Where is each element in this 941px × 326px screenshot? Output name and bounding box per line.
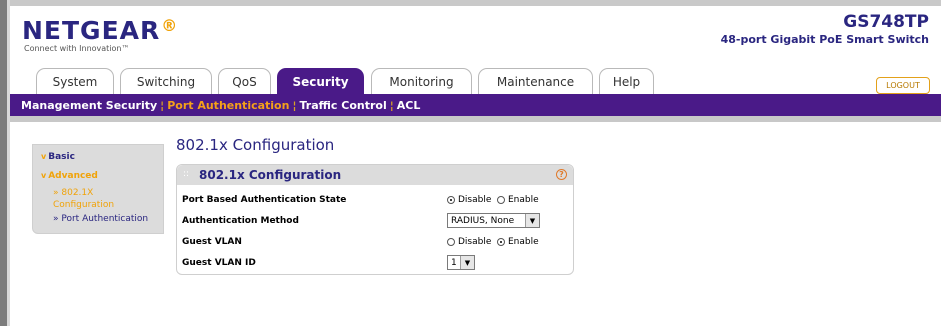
- sub-navigation: Management Security ¦ Port Authenticatio…: [10, 94, 941, 116]
- sidebar-item-advanced[interactable]: v Advanced: [41, 171, 98, 181]
- tab-system[interactable]: System: [36, 68, 114, 94]
- subnav-port-authentication[interactable]: Port Authentication: [167, 99, 289, 112]
- guest-vlan-disable-radio[interactable]: Disable: [447, 237, 491, 247]
- sidebar-item-port-authentication[interactable]: » Port Authentication: [53, 214, 148, 224]
- subnav-management-security[interactable]: Management Security: [21, 99, 157, 112]
- config-panel: :: 802.1x Configuration ? Port Based Aut…: [176, 164, 574, 275]
- tab-security[interactable]: Security: [277, 68, 364, 94]
- tab-switching[interactable]: Switching: [120, 68, 212, 94]
- chevron-down-icon: v: [41, 152, 47, 161]
- tab-monitoring[interactable]: Monitoring: [371, 68, 472, 94]
- auth-method-label: Authentication Method: [182, 216, 299, 226]
- subnav-separator: ¦: [389, 98, 394, 112]
- auth-method-select[interactable]: RADIUS, None ▼: [447, 213, 540, 228]
- panel-header: :: 802.1x Configuration ?: [177, 165, 573, 185]
- frame-left-border: [0, 0, 10, 326]
- sidebar: v Basic v Advanced » 802.1X Configuration …: [32, 144, 164, 234]
- panel-title: 802.1x Configuration: [199, 168, 342, 182]
- subnav-traffic-control[interactable]: Traffic Control: [299, 99, 386, 112]
- guest-vlan-label: Guest VLAN: [182, 237, 242, 247]
- sidebar-item-basic[interactable]: v Basic: [41, 152, 75, 162]
- chevron-down-icon: ▼: [460, 256, 474, 269]
- tab-qos[interactable]: QoS: [218, 68, 271, 94]
- model-info: GS748TP 48-port Gigabit PoE Smart Switch: [721, 12, 929, 46]
- radio-selected-icon: [497, 238, 505, 246]
- help-icon[interactable]: ?: [556, 169, 567, 180]
- sidebar-item-8021x-configuration[interactable]: » 802.1X Configuration: [53, 187, 114, 211]
- page-title: 802.1x Configuration: [176, 136, 335, 154]
- subnav-separator: ¦: [292, 98, 297, 112]
- tagline: Connect with Innovation™: [24, 44, 130, 53]
- main-tabs: System Switching QoS Security Monitoring…: [10, 66, 941, 94]
- drag-handle-icon: ::: [183, 169, 190, 179]
- guest-vlan-id-label: Guest VLAN ID: [182, 258, 256, 268]
- model-name: GS748TP: [843, 12, 929, 32]
- subnav-acl[interactable]: ACL: [397, 99, 421, 112]
- guest-vlan-enable-radio[interactable]: Enable: [497, 237, 539, 247]
- radio-selected-icon: [447, 196, 455, 204]
- radio-unselected-icon: [497, 196, 505, 204]
- port-auth-enable-radio[interactable]: Enable: [497, 195, 539, 205]
- subnav-separator: ¦: [160, 98, 165, 112]
- model-description: 48-port Gigabit PoE Smart Switch: [720, 33, 929, 46]
- logout-button[interactable]: LOGOUT: [876, 77, 930, 94]
- guest-vlan-id-select[interactable]: 1 ▼: [447, 255, 475, 270]
- tab-help[interactable]: Help: [599, 68, 654, 94]
- tab-maintenance[interactable]: Maintenance: [478, 68, 593, 94]
- header: NETGEAR® Connect with Innovation™ GS748T…: [10, 6, 941, 66]
- chevron-down-icon: v: [41, 171, 47, 180]
- port-auth-state-label: Port Based Authentication State: [182, 195, 347, 205]
- radio-unselected-icon: [447, 238, 455, 246]
- chevron-down-icon: ▼: [525, 214, 539, 227]
- port-auth-disable-radio[interactable]: Disable: [447, 195, 491, 205]
- netgear-logo: NETGEAR®: [22, 16, 179, 45]
- subnav-bottom-bar: [10, 116, 941, 122]
